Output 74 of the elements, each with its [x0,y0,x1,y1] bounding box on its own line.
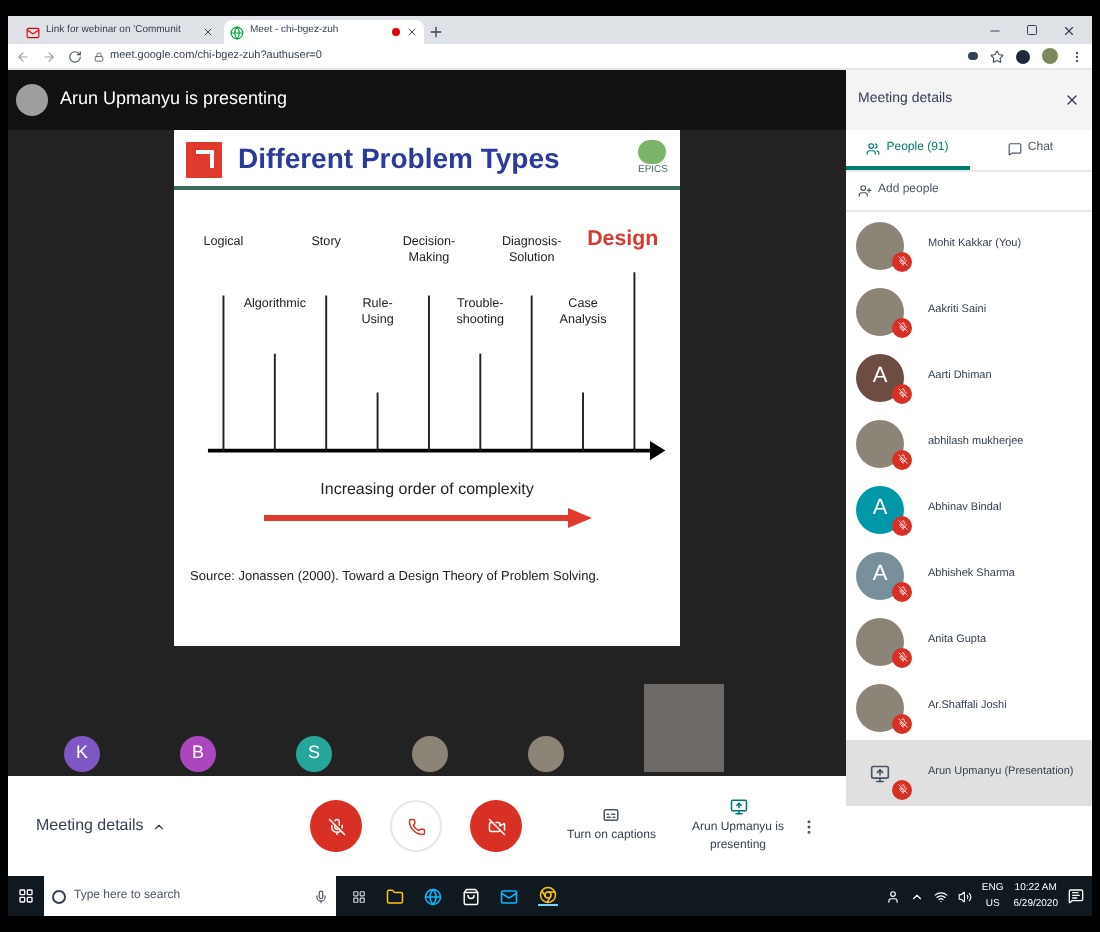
letter-avatar: A [856,551,904,599]
microphone-off-icon [897,586,907,596]
add-person-icon [858,184,872,198]
avatar-photo-placeholder [856,683,904,731]
microphone-off-icon [897,454,907,464]
microphone-off-icon [327,817,346,835]
letter-avatar: B [180,736,216,772]
arrow-label: Increasing order of complexity [320,478,534,502]
letter-avatar: S [296,736,332,772]
microphone-icon[interactable] [314,889,328,903]
presentation-icon [870,763,890,783]
marker-line [376,391,379,452]
problem-type-label: Design [587,227,659,252]
bookmark-icon[interactable] [990,49,1004,63]
slide-title: Different Problem Types [238,140,562,178]
globe-icon[interactable] [424,887,442,905]
people-icon[interactable] [885,889,900,903]
extension-icon[interactable] [1016,49,1030,63]
camera-button[interactable] [470,800,523,852]
network-icon[interactable] [933,889,948,903]
browser-icon[interactable] [538,886,558,906]
chevron-up-icon [151,819,166,833]
hangup-button[interactable] [390,800,443,852]
marker-line [273,352,276,452]
start-icon[interactable] [18,888,34,904]
microphone-off-icon [897,388,907,398]
presenter-avatar [16,84,48,116]
close-icon[interactable] [406,26,418,38]
profile-avatar[interactable] [1042,48,1058,64]
microphone-off-icon [897,322,907,332]
letter-avatar: A [856,485,904,533]
slide-logo-icon [186,141,222,177]
avatar-photo-placeholder [856,419,904,467]
avatar-photo-placeholder [856,287,904,335]
presenter-text: Arun Upmanyu is presenting [60,86,288,113]
letter-avatar: K [64,736,100,772]
avatar-photo-placeholder [528,736,564,772]
microphone-off-icon [897,784,907,794]
microphone-off-icon [897,520,907,530]
people-icon [866,141,881,155]
avatar-photo-placeholder [412,736,448,772]
close-icon[interactable] [202,26,214,38]
phone-icon [407,817,426,835]
notifications-icon[interactable] [1068,888,1084,904]
microphone-off-icon [897,652,907,662]
task-view-icon[interactable] [352,889,366,903]
avatar-photo-placeholder [856,221,904,269]
chevron-up-icon[interactable] [909,889,924,903]
reload-icon[interactable] [68,49,82,63]
folder-icon[interactable] [386,887,404,905]
mail-icon [26,25,40,39]
meeting-details-button[interactable]: Meeting details [36,814,166,838]
marker-line [582,391,584,452]
letter-avatar: A [856,353,904,401]
maximize-icon[interactable] [1026,24,1038,36]
search-icon [52,889,66,903]
new-tab-icon[interactable] [428,24,444,40]
avatar-photo-placeholder [856,617,904,665]
close-icon[interactable] [1064,92,1080,108]
close-icon[interactable] [1062,24,1076,38]
chat-icon [1007,141,1022,155]
menu-icon[interactable] [1070,49,1084,63]
volume-icon[interactable] [957,889,972,903]
camera-off-icon [487,817,506,835]
shopping-bag-icon[interactable] [462,887,480,905]
lock-icon [94,51,104,61]
video-placeholder [644,684,724,772]
marker-line [479,352,482,452]
mail-icon[interactable] [500,887,518,905]
microphone-off-icon [897,256,907,266]
microphone-off-icon [897,718,907,728]
captions-icon [602,806,621,824]
present-screen-icon [729,797,747,815]
mic-button[interactable] [310,800,363,852]
